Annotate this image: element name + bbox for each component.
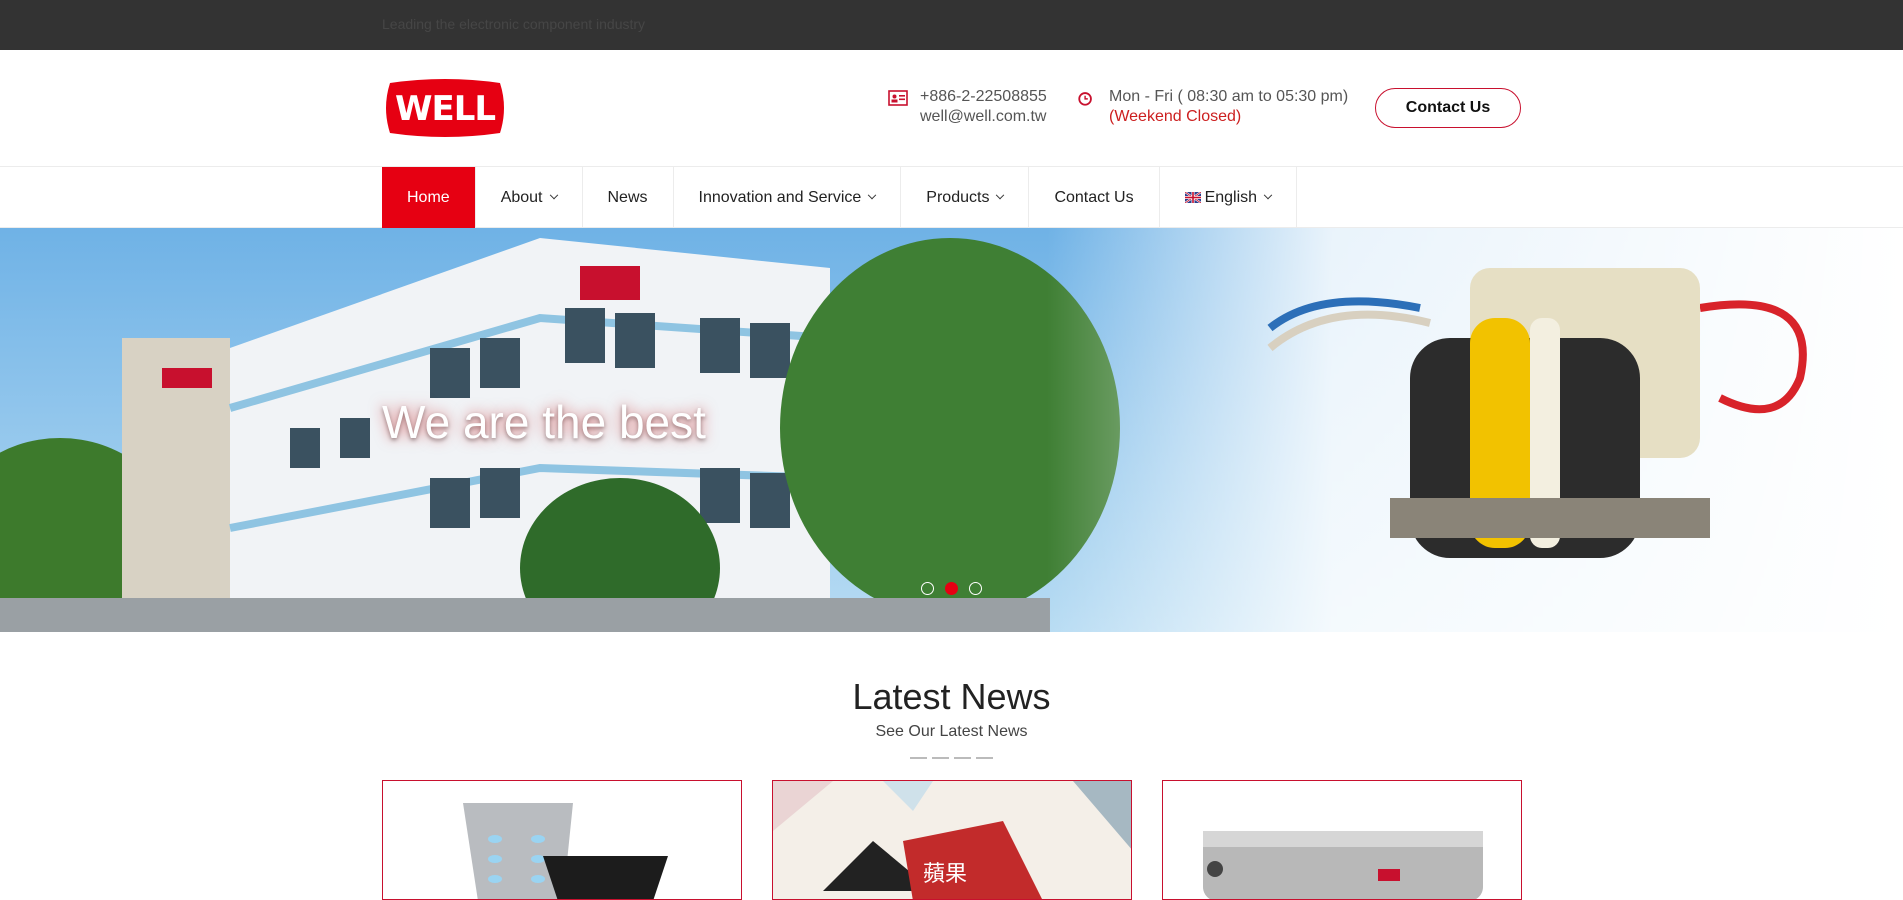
svg-text:蘋果: 蘋果	[923, 862, 967, 887]
nav-label: Contact Us	[1054, 188, 1134, 206]
email-address[interactable]: well@well.com.tw	[920, 107, 1047, 127]
nav-label: Innovation and Service	[698, 188, 862, 206]
clock-icon	[1078, 92, 1092, 106]
site-header: WELL +886-2-22508855 well@well.com.tw Mo…	[0, 50, 1903, 167]
nav-label: Home	[407, 188, 450, 206]
nav-label: News	[607, 188, 648, 206]
nav-label: About	[500, 188, 543, 206]
nav-item-language[interactable]: English	[1160, 167, 1298, 228]
contact-us-button[interactable]: Contact Us	[1375, 88, 1521, 128]
chevron-down-icon	[868, 190, 877, 199]
nav-item-contact[interactable]: Contact Us	[1029, 167, 1160, 228]
chevron-down-icon	[996, 190, 1005, 199]
hero-slider[interactable]: We are the best	[0, 228, 1903, 632]
slider-dot-3[interactable]	[969, 582, 982, 595]
chevron-down-icon	[549, 190, 558, 199]
nav-item-news[interactable]: News	[583, 167, 674, 228]
nav-item-about[interactable]: About	[476, 167, 583, 228]
news-card-image: 蘋果	[773, 781, 1131, 899]
slider-dots	[921, 582, 982, 595]
phone-number[interactable]: +886-2-22508855	[920, 87, 1047, 107]
slider-dot-2[interactable]	[945, 582, 958, 595]
tagline: Leading the electronic component industr…	[382, 16, 646, 32]
section-divider	[910, 757, 993, 759]
main-nav: Home About News Innovation and Service P…	[0, 167, 1903, 228]
nav-item-innovation[interactable]: Innovation and Service	[674, 167, 902, 228]
latest-news-subtitle: See Our Latest News	[875, 723, 1028, 740]
weekend-note: (Weekend Closed)	[1109, 108, 1242, 125]
nav-label: Products	[926, 188, 990, 206]
news-card-2[interactable]: 蘋果	[772, 780, 1132, 900]
hero-image	[0, 228, 1903, 632]
contact-card-icon	[888, 90, 908, 106]
news-card-3[interactable]	[1162, 780, 1522, 900]
nav-item-products[interactable]: Products	[901, 167, 1030, 228]
slider-dot-1[interactable]	[921, 582, 934, 595]
chevron-down-icon	[1263, 190, 1273, 199]
news-card-1[interactable]	[382, 780, 742, 900]
uk-flag-icon	[1184, 192, 1201, 203]
hero-title: We are the best	[382, 396, 706, 448]
news-card-image	[463, 803, 668, 899]
top-bar: Leading the electronic component industr…	[0, 0, 1903, 50]
nav-item-home[interactable]: Home	[382, 167, 476, 228]
nav-label: English	[1204, 188, 1258, 206]
well-logo[interactable]: WELL	[382, 77, 508, 139]
latest-news-heading: Latest News	[852, 676, 1051, 717]
news-card-image	[1203, 831, 1483, 899]
svg-text:WELL: WELL	[395, 89, 495, 129]
office-hours: Mon - Fri ( 08:30 am to 05:30 pm)	[1109, 88, 1349, 105]
